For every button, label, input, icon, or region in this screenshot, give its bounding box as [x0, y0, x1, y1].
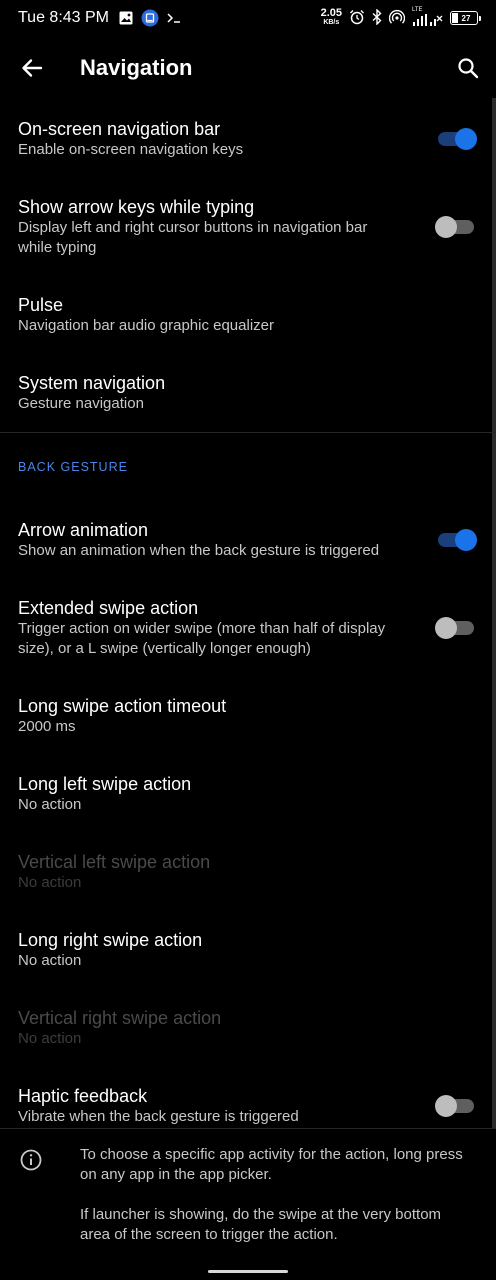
network-speed: 2.05 KB/s	[320, 7, 342, 27]
setting-title: Haptic feedback	[18, 1086, 148, 1106]
setting-summary: Enable on-screen navigation keys	[18, 141, 244, 158]
setting-title: On-screen navigation bar	[18, 119, 221, 139]
bluetooth-icon	[372, 7, 382, 28]
gesture-navigation-handle[interactable]	[208, 1270, 288, 1273]
setting-summary: Display left and right cursor buttons in…	[18, 219, 368, 256]
info-text-2: If launcher is showing, do the swipe at …	[80, 1206, 442, 1243]
setting-summary: Navigation bar audio graphic equalizer	[18, 317, 274, 334]
app-bar: Navigation	[0, 36, 496, 100]
setting-summary: No action	[18, 1030, 82, 1047]
setting-title: Long swipe action timeout	[18, 696, 227, 716]
setting-onscreen-navbar[interactable]: On-screen navigation bar Enable on-scree…	[0, 100, 496, 178]
battery-icon: 27	[450, 11, 481, 25]
extended-swipe-toggle[interactable]	[435, 617, 474, 639]
terminal-icon	[167, 12, 181, 24]
search-button[interactable]	[440, 36, 496, 100]
setting-title: Vertical left swipe action	[18, 852, 211, 872]
setting-summary: Trigger action on wider swipe (more than…	[18, 620, 386, 657]
network-speed-unit: KB/s	[323, 19, 340, 26]
section-header-back-gesture: BACK GESTURE	[18, 460, 128, 474]
image-icon	[119, 11, 133, 25]
setting-summary: Gesture navigation	[18, 395, 144, 412]
network-type: LTE	[412, 7, 423, 13]
setting-title: Long left swipe action	[18, 774, 192, 794]
setting-system-navigation[interactable]: System navigation Gesture navigation	[0, 354, 496, 432]
status-bar: Tue 8:43 PM 2.05 KB/s LTE 27	[0, 0, 496, 36]
setting-title: Arrow animation	[18, 520, 149, 540]
setting-summary: Vibrate when the back gesture is trigger…	[18, 1108, 299, 1125]
page-title: Navigation	[80, 55, 193, 80]
info-icon	[20, 1149, 42, 1171]
setting-extended-swipe[interactable]: Extended swipe action Trigger action on …	[0, 579, 496, 677]
setting-long-swipe-timeout[interactable]: Long swipe action timeout 2000 ms	[0, 677, 496, 755]
status-time: Tue 8:43 PM	[18, 9, 110, 26]
setting-title: Long right swipe action	[18, 930, 203, 950]
setting-title: Vertical right swipe action	[18, 1008, 222, 1028]
setting-summary: Show an animation when the back gesture …	[18, 542, 380, 559]
setting-vertical-left-swipe: Vertical left swipe action No action	[0, 833, 496, 911]
hotspot-icon	[388, 9, 406, 28]
info-text-1: To choose a specific app activity for th…	[80, 1146, 463, 1183]
alarm-icon	[349, 9, 365, 28]
search-icon	[458, 58, 479, 79]
settings-list: On-screen navigation bar Enable on-scree…	[0, 100, 496, 1145]
setting-title: System navigation	[18, 373, 166, 393]
setting-title: Show arrow keys while typing	[18, 197, 255, 217]
setting-title: Extended swipe action	[18, 598, 199, 618]
arrow-animation-toggle[interactable]	[438, 529, 477, 551]
setting-arrow-keys[interactable]: Show arrow keys while typing Display lef…	[0, 178, 496, 276]
battery-level: 27	[461, 13, 471, 23]
back-button[interactable]	[0, 36, 64, 100]
setting-vertical-right-swipe: Vertical right swipe action No action	[0, 989, 496, 1067]
setting-pulse[interactable]: Pulse Navigation bar audio graphic equal…	[0, 276, 496, 354]
setting-long-right-swipe[interactable]: Long right swipe action No action	[0, 911, 496, 989]
arrow-keys-toggle[interactable]	[435, 216, 474, 238]
setting-arrow-animation[interactable]: Arrow animation Show an animation when t…	[0, 501, 496, 579]
onscreen-navbar-toggle[interactable]	[438, 128, 477, 150]
setting-title: Pulse	[18, 295, 64, 315]
setting-summary: No action	[18, 796, 82, 813]
setting-summary: No action	[18, 874, 82, 891]
setting-long-left-swipe[interactable]: Long left swipe action No action	[0, 755, 496, 833]
setting-summary: No action	[18, 952, 82, 969]
arrow-back-icon	[22, 59, 43, 77]
setting-summary: 2000 ms	[18, 718, 76, 735]
signal-icon: LTE	[412, 7, 443, 26]
info-footer: To choose a specific app activity for th…	[0, 1128, 496, 1245]
haptic-feedback-toggle[interactable]	[435, 1095, 474, 1117]
network-speed-value: 2.05	[320, 7, 342, 19]
app-notification-icon	[141, 9, 159, 27]
